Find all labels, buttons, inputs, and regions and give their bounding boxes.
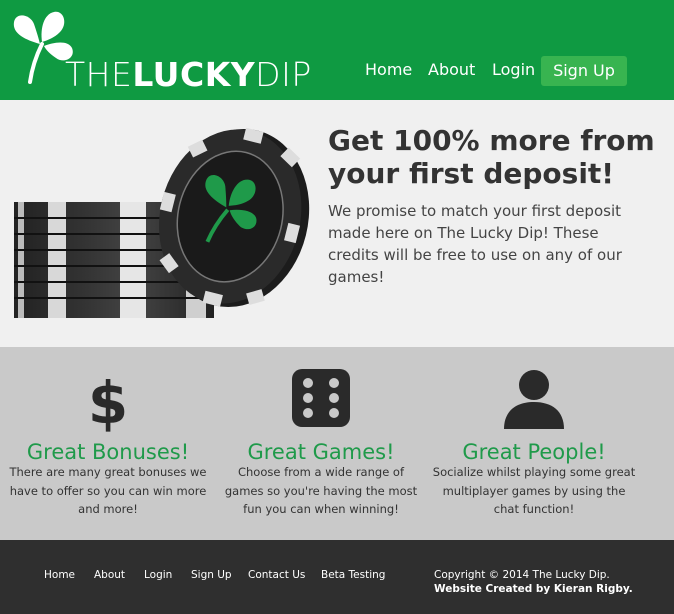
- nav-about-link[interactable]: About: [428, 55, 475, 85]
- footer-link-contact[interactable]: Contact Us: [248, 568, 305, 582]
- logo-text: THELUCKYDIP: [65, 58, 312, 91]
- poker-chips-image: [0, 100, 320, 347]
- feature-text-people: Socialize whilst playing some great mult…: [432, 465, 636, 516]
- footer-link-beta-testing[interactable]: Beta Testing: [321, 568, 385, 582]
- hero-title: Get 100% more from your first deposit!: [328, 124, 655, 190]
- nav-home-link[interactable]: Home: [365, 55, 412, 85]
- hero-section: Get 100% more from your first deposit! W…: [0, 100, 674, 347]
- site-footer: Home About Login Sign Up Contact Us Beta…: [0, 540, 674, 614]
- footer-link-about[interactable]: About: [94, 568, 125, 582]
- feature-title-games: Great Games!: [247, 440, 395, 464]
- copyright-text: Copyright © 2014 The Lucky Dip.: [434, 569, 610, 581]
- feature-people: Great People! Socialize whilst playing s…: [432, 347, 636, 540]
- feature-games: Great Games! Choose from a wide range of…: [222, 347, 420, 540]
- feature-title-bonuses: Great Bonuses!: [26, 440, 190, 464]
- feature-text-bonuses: There are many great bonuses we have to …: [9, 465, 207, 516]
- signup-button[interactable]: Sign Up: [541, 56, 627, 86]
- hero-body: We promise to match your first deposit m…: [328, 202, 622, 286]
- feature-title-people: Great People!: [462, 440, 606, 464]
- logo-text-lucky: LUCKY: [132, 55, 256, 94]
- logo-text-dip: DIP: [255, 55, 312, 94]
- feature-text-games: Choose from a wide range of games so you…: [224, 465, 418, 516]
- footer-link-login[interactable]: Login: [144, 568, 172, 582]
- site-header: THELUCKYDIP Home About Login Sign Up: [0, 0, 674, 100]
- nav-login-link[interactable]: Login: [492, 55, 535, 85]
- dollar-icon: $: [88, 369, 128, 433]
- credit-text: Website Created by Kieran Rigby.: [434, 583, 633, 595]
- feature-bonuses: $ Great Bonuses! There are many great bo…: [8, 347, 208, 540]
- svg-text:$: $: [88, 369, 128, 433]
- footer-link-home[interactable]: Home: [44, 568, 75, 582]
- features-section: $ Great Bonuses! There are many great bo…: [0, 347, 674, 540]
- person-icon: [504, 370, 564, 429]
- site-logo[interactable]: THELUCKYDIP: [10, 10, 312, 91]
- logo-text-the: THE: [65, 55, 133, 94]
- dice-icon: [292, 369, 350, 427]
- footer-link-signup[interactable]: Sign Up: [191, 568, 232, 582]
